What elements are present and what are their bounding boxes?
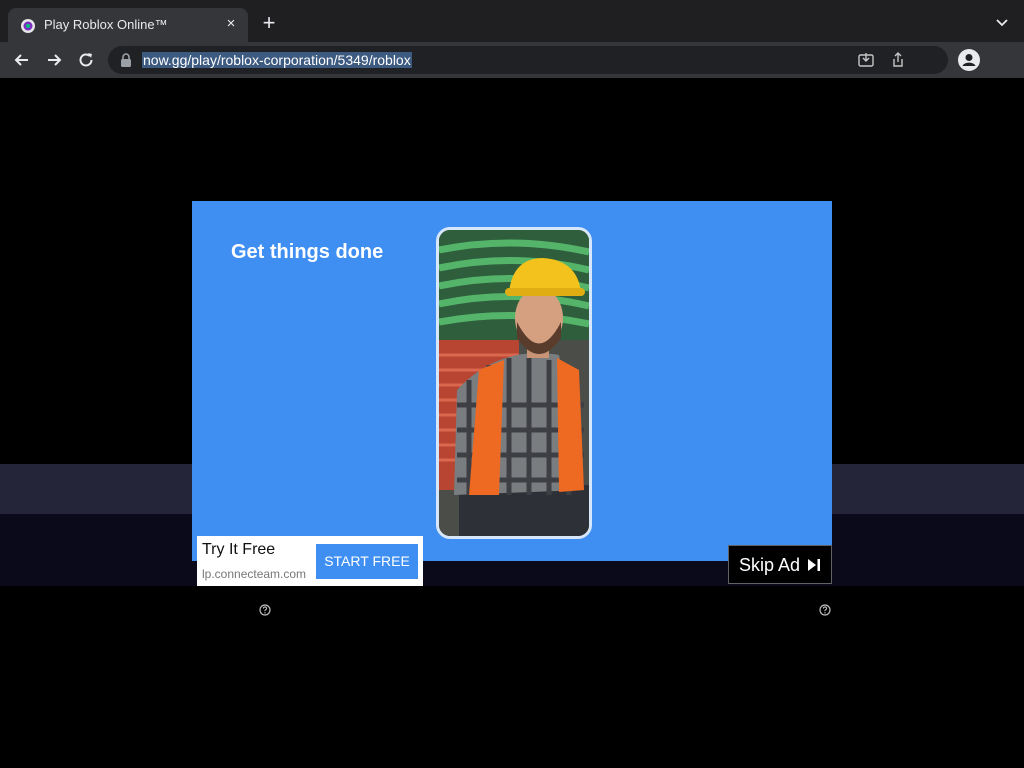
- tab-favicon-icon: [21, 19, 35, 33]
- start-free-button[interactable]: START FREE: [316, 544, 418, 579]
- url-text[interactable]: now.gg/play/roblox-corporation/5349/robl…: [142, 52, 412, 68]
- skip-ad-label: Skip Ad: [739, 555, 801, 575]
- skip-ad-button[interactable]: Skip Ad: [728, 545, 832, 584]
- chevron-down-icon[interactable]: [994, 14, 1010, 30]
- page-content: Get things done Try It Free lp.connectea…: [0, 78, 1024, 768]
- skip-next-icon: [808, 559, 820, 571]
- help-icon[interactable]: [259, 604, 271, 616]
- ad-cta-title: Try It Free: [202, 541, 276, 558]
- share-icon[interactable]: [889, 51, 907, 69]
- tab-title: Play Roblox Online™: [44, 17, 168, 32]
- plus-icon[interactable]: +: [258, 12, 280, 34]
- address-bar[interactable]: now.gg/play/roblox-corporation/5349/robl…: [108, 46, 948, 74]
- browser-toolbar: now.gg/play/roblox-corporation/5349/robl…: [0, 42, 1024, 78]
- help-icon[interactable]: [819, 604, 831, 616]
- lock-icon[interactable]: [120, 53, 132, 67]
- ad-phone-video: [436, 227, 592, 539]
- back-arrow-icon[interactable]: [12, 50, 32, 70]
- forward-arrow-icon[interactable]: [44, 50, 64, 70]
- tab-bar: Play Roblox Online™ × +: [0, 0, 1024, 42]
- ad-cta-domain: lp.connecteam.com: [202, 567, 307, 581]
- video-ad[interactable]: Get things done: [192, 201, 832, 561]
- worker-illustration: [439, 230, 589, 536]
- reload-icon[interactable]: [76, 50, 96, 70]
- browser-tab[interactable]: Play Roblox Online™ ×: [8, 8, 248, 42]
- profile-icon[interactable]: [958, 49, 980, 71]
- install-icon[interactable]: [857, 51, 875, 69]
- close-icon[interactable]: ×: [222, 15, 240, 33]
- ad-cta-box[interactable]: Try It Free lp.connecteam.com START FREE: [197, 536, 423, 586]
- profile-avatar-glyph: [962, 54, 976, 66]
- ad-headline: Get things done: [231, 241, 384, 263]
